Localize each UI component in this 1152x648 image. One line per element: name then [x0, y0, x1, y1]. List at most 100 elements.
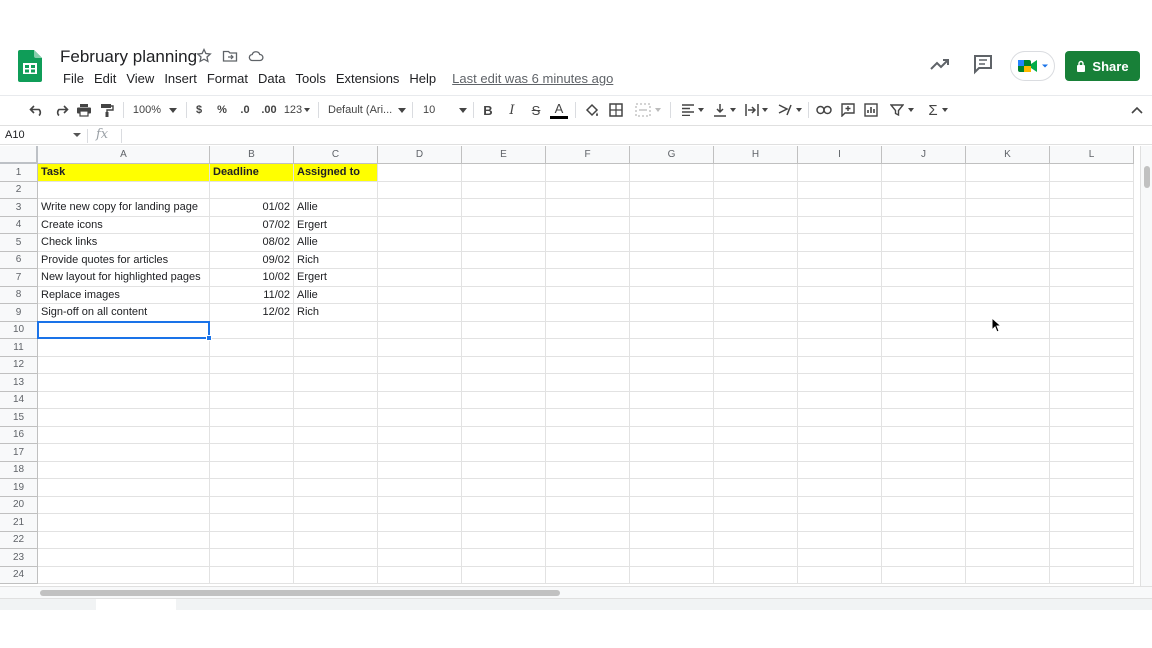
cell[interactable] — [714, 374, 798, 392]
cell[interactable] — [966, 549, 1050, 567]
cell[interactable] — [38, 479, 210, 497]
document-title[interactable]: February planning — [60, 47, 197, 67]
cell[interactable] — [210, 391, 294, 409]
cell[interactable] — [1050, 181, 1134, 199]
horizontal-scroll-thumb[interactable] — [40, 590, 560, 596]
row-header-21[interactable]: 21 — [0, 514, 38, 532]
menu-insert[interactable]: Insert — [160, 71, 201, 87]
cell[interactable] — [714, 234, 798, 252]
share-button[interactable]: Share — [1065, 51, 1140, 81]
cell[interactable] — [966, 391, 1050, 409]
cell[interactable] — [546, 549, 630, 567]
select-all-corner[interactable] — [0, 146, 38, 164]
cell[interactable] — [294, 356, 378, 374]
cell[interactable] — [378, 321, 462, 339]
cell[interactable] — [630, 461, 714, 479]
italic-button[interactable]: I — [505, 100, 519, 120]
cell[interactable] — [798, 234, 882, 252]
cell[interactable] — [882, 531, 966, 549]
link-icon[interactable] — [815, 100, 833, 120]
cell[interactable] — [462, 549, 546, 567]
cell[interactable] — [882, 391, 966, 409]
cell[interactable] — [882, 514, 966, 532]
cell[interactable] — [714, 286, 798, 304]
cell[interactable] — [630, 234, 714, 252]
cell[interactable] — [1050, 339, 1134, 357]
cell[interactable] — [546, 286, 630, 304]
formula-input[interactable] — [126, 129, 1126, 143]
cell[interactable] — [1050, 496, 1134, 514]
cell[interactable] — [798, 549, 882, 567]
cell[interactable] — [462, 286, 546, 304]
cell[interactable] — [966, 374, 1050, 392]
cell[interactable] — [798, 321, 882, 339]
cell[interactable] — [966, 461, 1050, 479]
paint-format-icon[interactable] — [98, 100, 116, 120]
valign-icon[interactable] — [710, 100, 738, 120]
cell[interactable] — [294, 531, 378, 549]
cell[interactable] — [714, 391, 798, 409]
percent-format-button[interactable]: % — [215, 100, 229, 120]
cell[interactable] — [38, 409, 210, 427]
menu-extensions[interactable]: Extensions — [332, 71, 404, 87]
move-folder-icon[interactable] — [222, 48, 238, 64]
cell[interactable] — [882, 461, 966, 479]
borders-icon[interactable] — [607, 100, 625, 120]
cell[interactable] — [798, 391, 882, 409]
row-header-24[interactable]: 24 — [0, 566, 38, 584]
comment-icon[interactable] — [971, 52, 995, 76]
cell[interactable] — [294, 321, 378, 339]
cell[interactable] — [798, 374, 882, 392]
cell-assignee[interactable]: Ergert — [294, 216, 378, 234]
cell[interactable] — [714, 514, 798, 532]
cell[interactable] — [798, 444, 882, 462]
cell[interactable] — [294, 444, 378, 462]
cell[interactable] — [966, 321, 1050, 339]
cell-deadline[interactable]: 07/02 — [210, 216, 294, 234]
cell[interactable] — [546, 479, 630, 497]
cell[interactable] — [714, 479, 798, 497]
cell[interactable] — [294, 566, 378, 584]
cell[interactable] — [1050, 531, 1134, 549]
row-header-18[interactable]: 18 — [0, 461, 38, 479]
header-cell-deadline[interactable]: Deadline — [210, 164, 294, 182]
column-header-j[interactable]: J — [882, 146, 966, 164]
cell[interactable] — [378, 374, 462, 392]
redo-icon[interactable] — [52, 100, 70, 120]
cell[interactable] — [546, 566, 630, 584]
row-header-11[interactable]: 11 — [0, 339, 38, 357]
cell[interactable] — [38, 356, 210, 374]
cell-assignee[interactable]: Rich — [294, 304, 378, 322]
cell-task[interactable]: New layout for highlighted pages — [38, 269, 210, 287]
cell[interactable] — [546, 164, 630, 182]
cell[interactable] — [966, 426, 1050, 444]
cell[interactable] — [714, 321, 798, 339]
insert-comment-icon[interactable] — [839, 100, 857, 120]
cell[interactable] — [546, 531, 630, 549]
cell[interactable] — [462, 566, 546, 584]
cloud-status-icon[interactable] — [248, 48, 264, 64]
cell[interactable] — [546, 409, 630, 427]
cell[interactable] — [38, 514, 210, 532]
cell[interactable] — [462, 531, 546, 549]
cell[interactable] — [1050, 409, 1134, 427]
cell[interactable] — [462, 216, 546, 234]
row-header-6[interactable]: 6 — [0, 251, 38, 269]
cell[interactable] — [294, 514, 378, 532]
cell-deadline[interactable]: 12/02 — [210, 304, 294, 322]
cell[interactable] — [882, 181, 966, 199]
cell[interactable] — [378, 356, 462, 374]
cell[interactable] — [546, 321, 630, 339]
row-header-12[interactable]: 12 — [0, 356, 38, 374]
cell[interactable] — [210, 496, 294, 514]
cell[interactable] — [294, 496, 378, 514]
cell[interactable] — [630, 181, 714, 199]
cell[interactable] — [462, 199, 546, 217]
cell[interactable] — [798, 356, 882, 374]
cell[interactable] — [882, 374, 966, 392]
row-header-13[interactable]: 13 — [0, 374, 38, 392]
cell[interactable] — [882, 199, 966, 217]
cell[interactable] — [1050, 234, 1134, 252]
cell[interactable] — [966, 496, 1050, 514]
column-header-f[interactable]: F — [546, 146, 630, 164]
